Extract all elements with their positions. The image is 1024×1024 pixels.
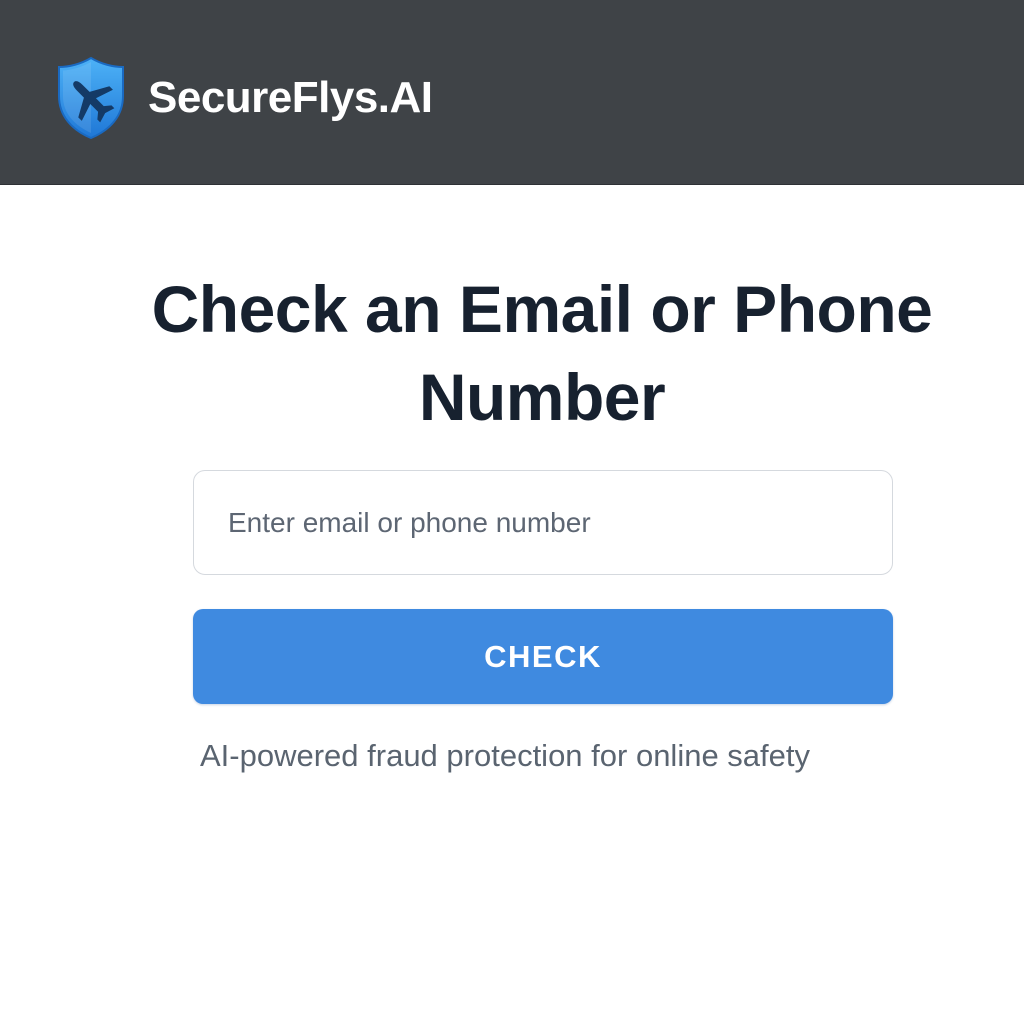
shield-airplane-icon <box>58 56 124 140</box>
email-or-phone-input[interactable] <box>193 470 893 575</box>
page-title: Check an Email or Phone Number <box>151 272 933 434</box>
brand[interactable]: SecureFlys.AI <box>56 56 433 140</box>
main-content: Check an Email or Phone Number CHECK AI-… <box>0 185 1024 1024</box>
top-bar: SecureFlys.AI <box>0 0 1024 185</box>
check-button[interactable]: CHECK <box>193 609 893 704</box>
brand-name: SecureFlys.AI <box>148 73 433 122</box>
tagline: AI-powered fraud protection for online s… <box>200 738 811 773</box>
